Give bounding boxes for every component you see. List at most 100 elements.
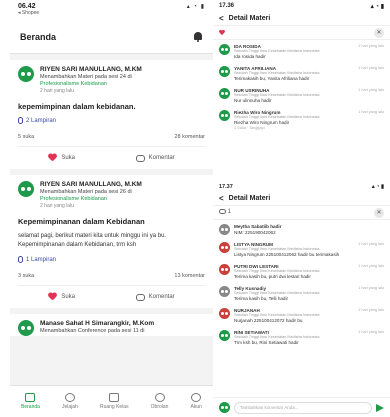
detail-title: Detail Materi xyxy=(228,195,271,202)
avatar[interactable] xyxy=(18,66,34,82)
post-title[interactable]: kepemimpinan dalam kebidanan. xyxy=(18,102,205,111)
post-stats: 5 suka 28 komentar xyxy=(18,134,205,147)
attachment-link[interactable]: 2 Lampiran xyxy=(18,117,205,124)
status-back-app[interactable]: ◂ Shopee xyxy=(18,10,39,16)
nav-ruang-kelas[interactable]: Ruang Kelas xyxy=(100,393,129,410)
comment-input[interactable]: Tambahkan komentar Anda... xyxy=(234,401,372,414)
feed-post: RIYEN SARI MANULLANG, M.KM Menambahkan M… xyxy=(10,60,213,169)
nav-beranda[interactable]: Beranda xyxy=(21,393,40,410)
chat-icon xyxy=(154,393,165,402)
comment-item: NUR USRINUHA 1 hari yang lalu Sekolah Ti… xyxy=(213,84,390,106)
post-actions: Suka Komentar xyxy=(18,286,205,308)
comment-institution: Sekolah Tinggi Ilmu Kesehatan Medistra I… xyxy=(234,49,320,53)
comment-time: 1 hari yang lalu xyxy=(358,88,384,92)
avatar[interactable] xyxy=(219,308,230,319)
nav-akun[interactable]: Akun xyxy=(191,393,202,410)
comment-time: 1 hari yang lalu xyxy=(358,66,384,70)
avatar[interactable] xyxy=(18,181,34,197)
nav-label: Akun xyxy=(190,404,202,410)
avatar[interactable] xyxy=(219,88,230,99)
nav-label: Jelajah xyxy=(62,404,78,410)
comment-author[interactable]: Meytha Sabatiib hadir xyxy=(234,224,384,229)
post-author[interactable]: RIYEN SARI MANULLANG, M.KM xyxy=(40,66,205,73)
avatar[interactable] xyxy=(219,224,230,235)
comment-time: 1 hari yang lalu xyxy=(358,110,384,114)
comment-item: PUTRI DWI LESTARI 1 hari yang lalu Sekol… xyxy=(213,260,390,282)
page-title: Beranda xyxy=(20,31,57,42)
comment-item: Telly Kusnadiy 1 hari yang lalu Sekolah … xyxy=(213,282,390,304)
comment-item: Riezha Wiro Ningrum 1 hari yang lalu Sek… xyxy=(213,106,390,133)
status-icons: ▴ ◔ ▮ xyxy=(370,3,384,10)
avatar[interactable] xyxy=(219,66,230,77)
paperclip-icon xyxy=(18,117,23,124)
bell-icon[interactable] xyxy=(193,31,203,42)
post-author[interactable]: Manase Sahat H Simarangkir, M.Kom xyxy=(40,320,205,327)
like-button[interactable]: Suka xyxy=(48,293,75,301)
comment-item: LISTYA NINGRUM 1 hari yang lalu Sekolah … xyxy=(213,238,390,260)
status-time: 17.36 xyxy=(219,3,235,9)
post-channel[interactable]: Profesionalisme Kebidanan xyxy=(40,81,205,87)
post-header: Manase Sahat H Simarangkir, M.Kom Menamb… xyxy=(18,320,205,336)
comment-actions[interactable]: 1 Suka · Tanggapi xyxy=(234,126,384,130)
post-time: 2 hari yang lalu xyxy=(40,203,74,209)
comment-button[interactable]: Komentar xyxy=(135,293,175,301)
comment-body: Terima kasih bu, putri dwi lestari hadir xyxy=(234,274,311,279)
comment-institution: Sekolah Tinggi Ilmu Kesehatan Medistra I… xyxy=(234,291,320,295)
post-author[interactable]: RIYEN SARI MANULLANG, M.KM xyxy=(40,181,205,188)
like-label: Suka xyxy=(61,155,75,161)
status-time: 17.37 xyxy=(219,184,233,190)
comment-count[interactable]: 1 xyxy=(219,209,232,216)
avatar[interactable] xyxy=(219,242,230,253)
send-icon[interactable] xyxy=(376,403,384,412)
avatar[interactable] xyxy=(219,110,230,121)
comment-body: Ida rosida hadir xyxy=(234,54,266,59)
avatar xyxy=(219,402,230,413)
heart-icon[interactable] xyxy=(219,30,225,35)
app-bar: Beranda xyxy=(10,20,213,54)
post-header: RIYEN SARI MANULLANG, M.KM Menambahkan M… xyxy=(18,181,205,209)
comment-item: RINI SETIAWATI 1 hari yang lalu Sekolah … xyxy=(213,326,390,348)
detail-title: Detail Materi xyxy=(228,15,271,22)
detail-header: < Detail Materi xyxy=(213,192,390,206)
compass-icon xyxy=(64,393,75,402)
avatar[interactable] xyxy=(219,44,230,55)
nav-label: Ruang Kelas xyxy=(99,404,129,410)
comment-institution: Sekolah Tinggi Ilmu Kesehatan Medistra I… xyxy=(234,335,320,339)
comment-item: NURJANAH 1 hari yang lalu Sekolah Tinggi… xyxy=(213,304,390,326)
nav-jelajah[interactable]: Jelajah xyxy=(62,393,78,410)
paperclip-icon xyxy=(18,256,23,263)
avatar[interactable] xyxy=(219,286,230,297)
back-arrow-icon[interactable]: < xyxy=(219,14,224,23)
close-icon[interactable]: ✕ xyxy=(374,27,384,38)
post-body: selamat pagi, berikut materi kita untuk … xyxy=(18,233,167,248)
avatar[interactable] xyxy=(219,330,230,341)
back-arrow-icon[interactable]: < xyxy=(219,194,224,203)
comment-body: Listya Ningrum 225100412062 hadir bu ter… xyxy=(234,252,340,257)
user-icon xyxy=(191,393,202,402)
like-label: Suka xyxy=(61,294,75,300)
post-actions: Suka Komentar xyxy=(18,147,205,169)
attachment-link[interactable]: 1 Lampiran xyxy=(18,256,205,263)
detail-header: < Detail Materi xyxy=(213,12,390,26)
comment-body: Riezha Wiro Ningrum hadir xyxy=(234,120,290,125)
comment-body: Terima kasih bu, Telli hadir xyxy=(234,296,289,301)
status-bar: 17.36 ▴ ◔ ▮ xyxy=(213,0,390,12)
comment-institution: Sekolah Tinggi Ilmu Kesehatan Medistra I… xyxy=(234,115,320,119)
post-channel[interactable]: Profesionalisme Kebidanan xyxy=(40,196,205,202)
comment-button[interactable]: Komentar xyxy=(135,154,175,162)
avatar[interactable] xyxy=(18,320,34,336)
comment-icon xyxy=(219,209,226,215)
like-button[interactable]: Suka xyxy=(48,154,75,162)
comment-count[interactable]: 28 komentar xyxy=(174,134,205,140)
comment-count-value: 1 xyxy=(227,209,232,216)
avatar[interactable] xyxy=(219,264,230,275)
nav-obrolan[interactable]: Obrolan xyxy=(151,393,168,410)
post-title[interactable]: Kepemimpinanan dalam Kebidanan xyxy=(18,217,205,226)
comment-count[interactable]: 13 komentar xyxy=(174,273,205,279)
post-header: RIYEN SARI MANULLANG, M.KM Menambahkan M… xyxy=(18,66,205,94)
detail-materi-screens: 17.36 ▴ ◔ ▮ < Detail Materi ✕ IDA ROSIDA… xyxy=(213,0,390,417)
comment-time: 1 hari yang lalu xyxy=(358,286,384,290)
close-icon[interactable]: ✕ xyxy=(374,207,384,218)
like-count[interactable]: 3 suka xyxy=(18,273,34,279)
like-count[interactable]: 5 suka xyxy=(18,134,34,140)
